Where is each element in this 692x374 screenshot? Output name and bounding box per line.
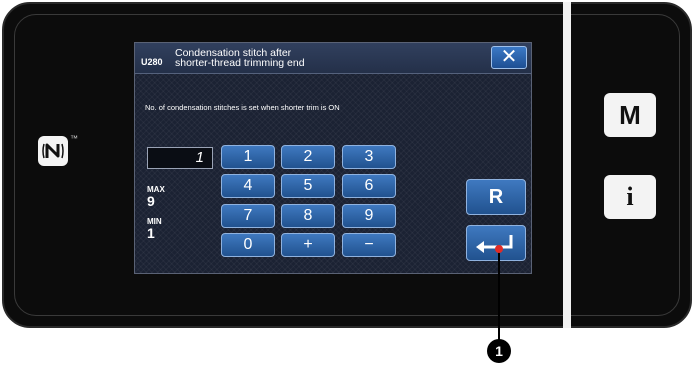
dialog-titlebar: U280 Condensation stitch after shorter-t… [135, 43, 531, 74]
key-9[interactable]: 9 [342, 204, 396, 228]
nfc-icon: ™ [38, 134, 78, 176]
function-code: U280 [141, 57, 163, 67]
enter-button[interactable] [466, 225, 526, 261]
callout-leader-line [498, 246, 500, 342]
key-minus[interactable]: − [342, 233, 396, 257]
min-value: 1 [147, 225, 155, 241]
dialog-title-line2: shorter-thread trimming end [175, 57, 305, 69]
trademark-symbol: ™ [70, 134, 78, 143]
key-plus[interactable]: + [281, 233, 335, 257]
reset-button[interactable]: R [466, 179, 526, 215]
key-3[interactable]: 3 [342, 145, 396, 169]
panel-divider [563, 2, 571, 328]
key-6[interactable]: 6 [342, 174, 396, 198]
key-0[interactable]: 0 [221, 233, 275, 257]
nfc-mark [38, 136, 68, 166]
key-1[interactable]: 1 [221, 145, 275, 169]
info-button[interactable]: i [604, 175, 656, 219]
callout-number: 1 [487, 339, 511, 363]
key-7[interactable]: 7 [221, 204, 275, 228]
close-button[interactable]: ✕ [491, 46, 527, 69]
key-2[interactable]: 2 [281, 145, 335, 169]
callout-target-dot [495, 245, 503, 253]
mode-button[interactable]: M [604, 93, 656, 137]
value-input-field[interactable]: 1 [147, 147, 213, 169]
key-4[interactable]: 4 [221, 174, 275, 198]
key-8[interactable]: 8 [281, 204, 335, 228]
enter-arrow-icon [476, 235, 513, 253]
setting-description: No. of condensation stitches is set when… [145, 103, 340, 112]
lcd-screen: U280 Condensation stitch after shorter-t… [134, 42, 532, 274]
key-5[interactable]: 5 [281, 174, 335, 198]
max-value: 9 [147, 193, 155, 209]
close-icon: ✕ [500, 46, 518, 68]
